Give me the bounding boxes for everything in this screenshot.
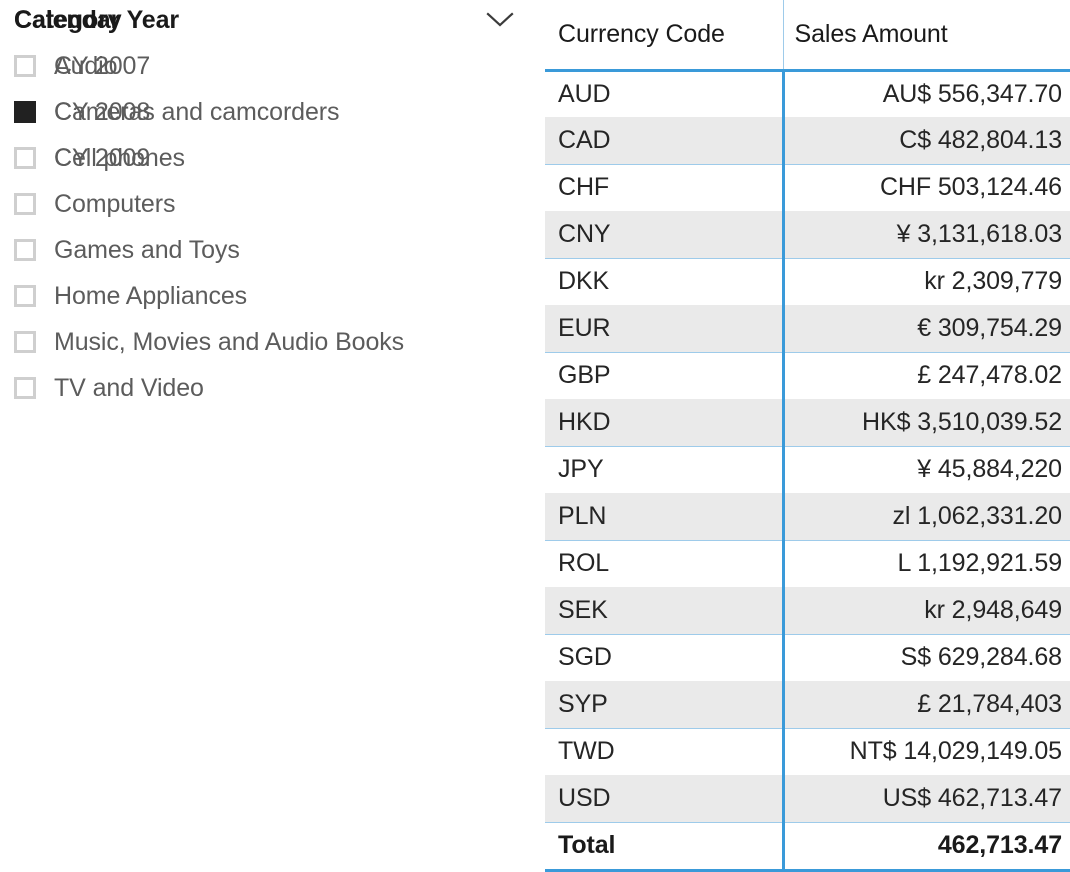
cell-sales-amount: C$ 482,804.13 xyxy=(783,117,1070,164)
slicer-title-calendar-year: Calendar Year xyxy=(14,6,179,35)
cell-sales-amount: kr 2,948,649 xyxy=(783,587,1070,634)
slicer-item-category-6[interactable]: Music, Movies and Audio Books xyxy=(0,319,545,365)
table-row[interactable]: GBP£ 247,478.02 xyxy=(545,352,1070,399)
cell-sales-amount: AU$ 556,347.70 xyxy=(783,70,1070,117)
cell-sales-amount: kr 2,309,779 xyxy=(783,258,1070,305)
checkbox-unchecked-icon[interactable] xyxy=(14,147,36,169)
table-row[interactable]: SYP£ 21,784,403 xyxy=(545,681,1070,728)
sales-by-currency-table-panel: Currency Code Sales Amount AUDAU$ 556,34… xyxy=(545,0,1070,872)
table-row[interactable]: EUR€ 309,754.29 xyxy=(545,305,1070,352)
checkbox-unchecked-icon[interactable] xyxy=(14,193,36,215)
cell-sales-amount: L 1,192,921.59 xyxy=(783,540,1070,587)
cell-currency-code: USD xyxy=(545,775,783,822)
slicer-item-calendar-year-2[interactable]: CY 2009 xyxy=(0,135,545,181)
cell-sales-amount: £ 21,784,403 xyxy=(783,681,1070,728)
cell-sales-amount: NT$ 14,029,149.05 xyxy=(783,728,1070,775)
cell-currency-code: AUD xyxy=(545,70,783,117)
report-canvas: CategoryAudioCameras and camcordersCell … xyxy=(0,0,1070,872)
slicer-item-category-5[interactable]: Home Appliances xyxy=(0,273,545,319)
cell-sales-amount: ¥ 45,884,220 xyxy=(783,446,1070,493)
cell-currency-code: TWD xyxy=(545,728,783,775)
cell-sales-amount: £ 247,478.02 xyxy=(783,352,1070,399)
sales-matrix: Currency Code Sales Amount AUDAU$ 556,34… xyxy=(545,0,1070,872)
slicer-item-label: CY 2009 xyxy=(54,144,150,173)
slicer-item-label: TV and Video xyxy=(54,374,204,403)
table-row[interactable]: CNY¥ 3,131,618.03 xyxy=(545,211,1070,258)
cell-currency-code: HKD xyxy=(545,399,783,446)
table-row[interactable]: CADC$ 482,804.13 xyxy=(545,117,1070,164)
slicer-list-calendar-year: CY 2007 CY 2008 CY 2009 xyxy=(0,40,545,181)
checkbox-unchecked-icon[interactable] xyxy=(14,285,36,307)
slicer-calendar-year: Calendar Year CY 2007 CY 2008 CY 2009 xyxy=(0,0,545,181)
slicer-item-category-4[interactable]: Games and Toys xyxy=(0,227,545,273)
slicer-item-category-7[interactable]: TV and Video xyxy=(0,365,545,411)
cell-currency-code: GBP xyxy=(545,352,783,399)
slicer-item-calendar-year-0[interactable]: CY 2007 xyxy=(0,43,545,89)
checkbox-unchecked-icon[interactable] xyxy=(14,55,36,77)
cell-sales-amount: CHF 503,124.46 xyxy=(783,164,1070,211)
table-row[interactable]: SGDS$ 629,284.68 xyxy=(545,634,1070,681)
table-header: Currency Code Sales Amount xyxy=(545,0,1070,70)
cell-currency-code: EUR xyxy=(545,305,783,352)
slicer-panel: CategoryAudioCameras and camcordersCell … xyxy=(0,0,545,872)
column-header-currency-code[interactable]: Currency Code xyxy=(545,0,783,70)
cell-currency-code: ROL xyxy=(545,540,783,587)
table-body: AUDAU$ 556,347.70CADC$ 482,804.13CHFCHF … xyxy=(545,70,1070,870)
cell-currency-code: SGD xyxy=(545,634,783,681)
cell-sales-amount: ¥ 3,131,618.03 xyxy=(783,211,1070,258)
table-row[interactable]: ROLL 1,192,921.59 xyxy=(545,540,1070,587)
checkbox-checked-icon[interactable] xyxy=(14,101,36,123)
cell-sales-amount: S$ 629,284.68 xyxy=(783,634,1070,681)
slicer-item-label: Music, Movies and Audio Books xyxy=(54,328,404,357)
table-row[interactable]: CHFCHF 503,124.46 xyxy=(545,164,1070,211)
cell-currency-code: CAD xyxy=(545,117,783,164)
table-header-row: Currency Code Sales Amount xyxy=(545,0,1070,70)
cell-currency-code: SEK xyxy=(545,587,783,634)
table-row[interactable]: JPY¥ 45,884,220 xyxy=(545,446,1070,493)
slicer-item-label: CY 2008 xyxy=(54,98,150,127)
checkbox-unchecked-icon[interactable] xyxy=(14,239,36,261)
cell-sales-amount: € 309,754.29 xyxy=(783,305,1070,352)
cell-sales-amount: zl 1,062,331.20 xyxy=(783,493,1070,540)
cell-currency-code: JPY xyxy=(545,446,783,493)
cell-currency-code: CNY xyxy=(545,211,783,258)
cell-sales-amount: US$ 462,713.47 xyxy=(783,775,1070,822)
total-sales-amount: 462,713.47 xyxy=(783,822,1070,870)
checkbox-unchecked-icon[interactable] xyxy=(14,331,36,353)
table-row[interactable]: AUDAU$ 556,347.70 xyxy=(545,70,1070,117)
slicer-item-label: CY 2007 xyxy=(54,52,150,81)
table-row[interactable]: DKKkr 2,309,779 xyxy=(545,258,1070,305)
slicer-item-label: Home Appliances xyxy=(54,282,247,311)
slicer-header-calendar-year: Calendar Year xyxy=(0,0,545,40)
cell-currency-code: PLN xyxy=(545,493,783,540)
table-total-row: Total462,713.47 xyxy=(545,822,1070,870)
slicer-item-label: Computers xyxy=(54,190,175,219)
cell-sales-amount: HK$ 3,510,039.52 xyxy=(783,399,1070,446)
slicer-item-category-3[interactable]: Computers xyxy=(0,181,545,227)
total-label: Total xyxy=(545,822,783,870)
cell-currency-code: SYP xyxy=(545,681,783,728)
checkbox-unchecked-icon[interactable] xyxy=(14,377,36,399)
slicer-item-label: Games and Toys xyxy=(54,236,240,265)
slicer-item-calendar-year-1[interactable]: CY 2008 xyxy=(0,89,545,135)
cell-currency-code: DKK xyxy=(545,258,783,305)
column-header-sales-amount[interactable]: Sales Amount xyxy=(783,0,1070,70)
table-row[interactable]: TWDNT$ 14,029,149.05 xyxy=(545,728,1070,775)
table-row[interactable]: HKDHK$ 3,510,039.52 xyxy=(545,399,1070,446)
table-row[interactable]: PLNzl 1,062,331.20 xyxy=(545,493,1070,540)
table-row[interactable]: SEKkr 2,948,649 xyxy=(545,587,1070,634)
table-row[interactable]: USDUS$ 462,713.47 xyxy=(545,775,1070,822)
cell-currency-code: CHF xyxy=(545,164,783,211)
